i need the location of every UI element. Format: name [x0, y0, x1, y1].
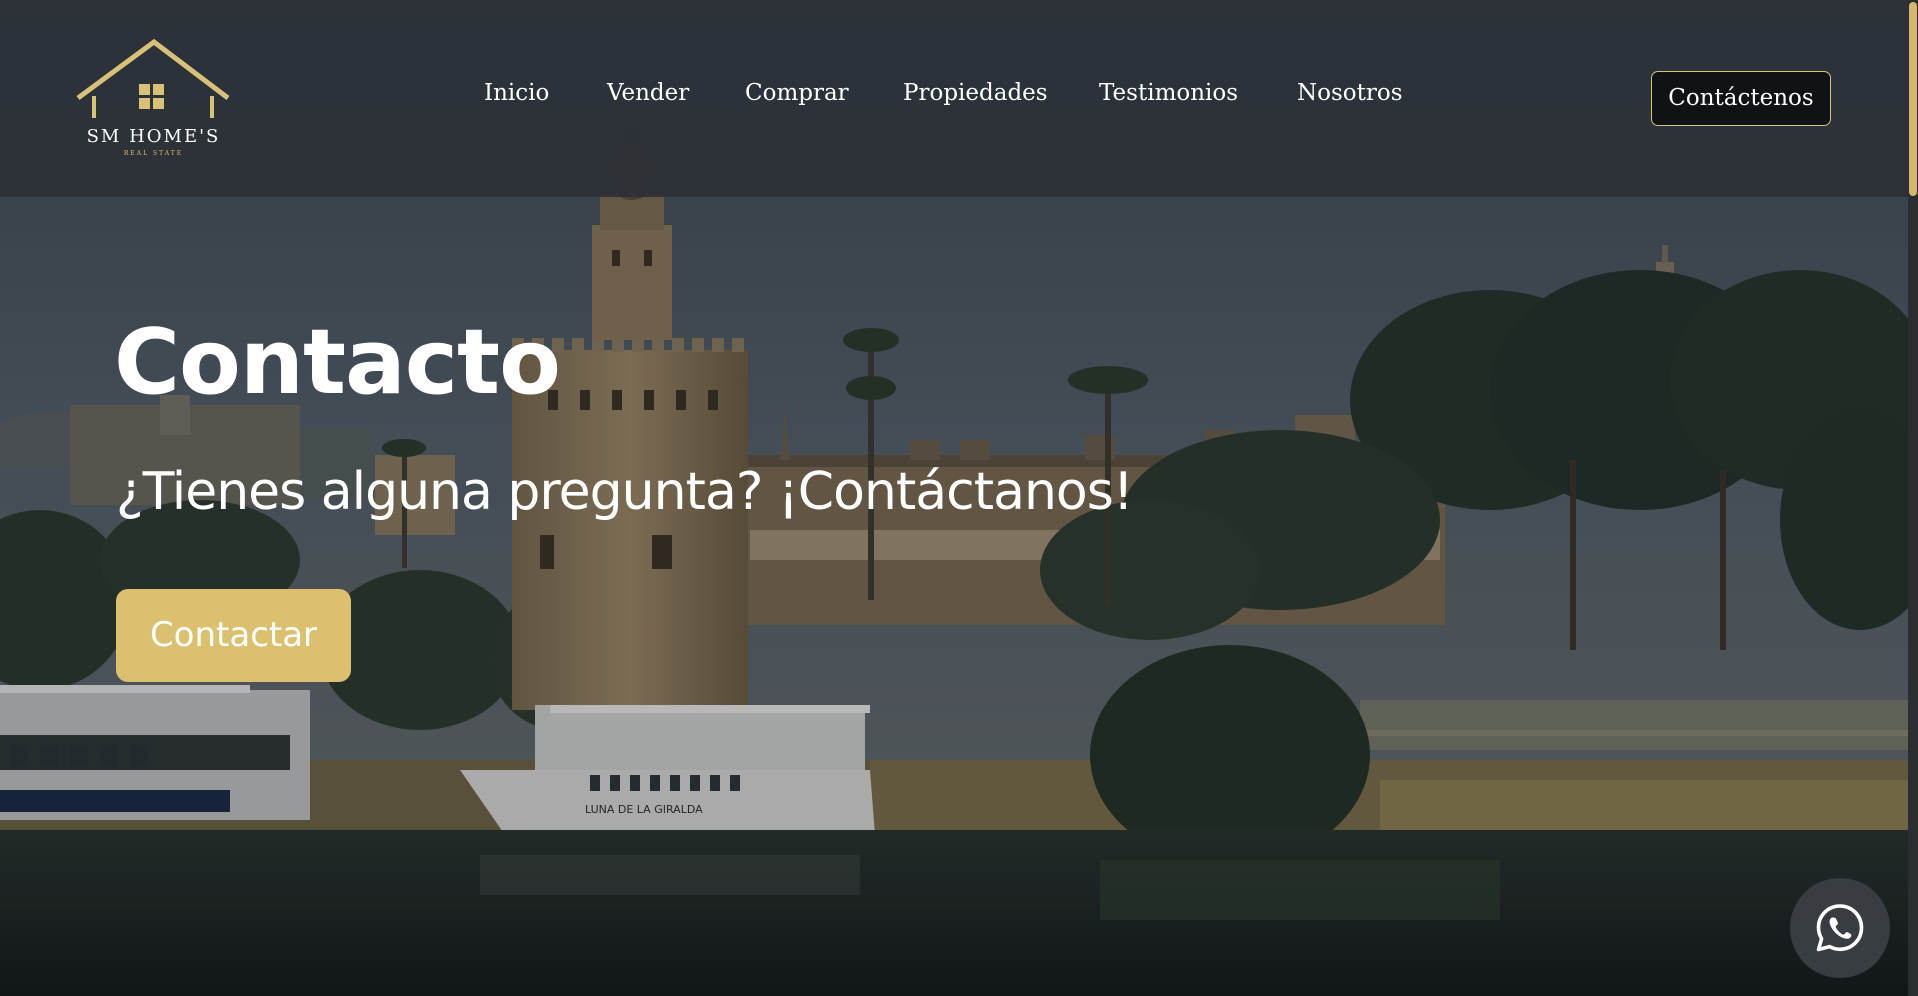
hero-subtitle: ¿Tienes alguna pregunta? ¡Contáctanos! — [116, 462, 1134, 522]
nav-item-nosotros[interactable]: Nosotros — [1297, 80, 1403, 106]
page-scrollbar[interactable] — [1908, 0, 1918, 996]
whatsapp-icon — [1816, 904, 1864, 952]
house-logo-icon — [76, 38, 230, 118]
contactenos-button[interactable]: Contáctenos — [1651, 71, 1831, 126]
nav-item-comprar[interactable]: Comprar — [745, 80, 849, 106]
whatsapp-button[interactable] — [1790, 878, 1890, 978]
contactar-button[interactable]: Contactar — [116, 589, 351, 682]
nav-item-inicio[interactable]: Inicio — [484, 80, 549, 106]
site-header: SM HOME'S REAL STATE Inicio Vender Compr… — [0, 0, 1908, 197]
brand-name: SM HOME'S — [86, 126, 221, 147]
hero-title: Contacto — [114, 310, 561, 415]
nav-item-vender[interactable]: Vender — [607, 80, 689, 106]
scrollbar-thumb[interactable] — [1909, 2, 1917, 196]
nav-item-testimonios[interactable]: Testimonios — [1099, 80, 1238, 106]
brand-tagline: REAL STATE — [123, 150, 184, 157]
brand-logo[interactable]: SM HOME'S REAL STATE — [76, 36, 231, 160]
nav-item-propiedades[interactable]: Propiedades — [903, 80, 1048, 106]
